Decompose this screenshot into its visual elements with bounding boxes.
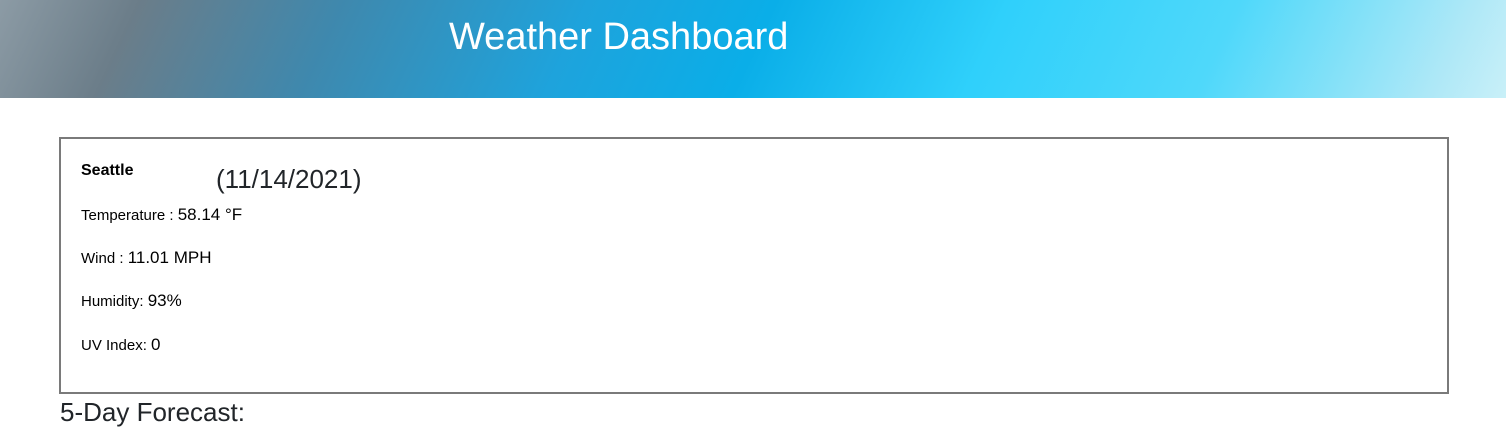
uv-index-label: UV Index:	[81, 337, 152, 354]
temperature-value: 58.14 °F	[177, 205, 243, 224]
wind-label: Wind :	[81, 250, 128, 267]
humidity-row: Humidity: 93%	[81, 290, 182, 313]
uv-index-row: UV Index: 0	[81, 334, 161, 357]
city-name: Seattle	[81, 162, 134, 179]
current-weather-card: Seattle (11/14/2021) Temperature : 58.14…	[59, 137, 1449, 394]
wind-row: Wind : 11.01 MPH	[81, 247, 211, 270]
humidity-value: 93%	[147, 291, 182, 310]
page-title: Weather Dashboard	[449, 16, 789, 58]
header-banner: Weather Dashboard	[0, 0, 1506, 98]
temperature-label: Temperature :	[81, 207, 178, 224]
humidity-label: Humidity:	[81, 293, 148, 310]
uv-index-value: 0	[151, 335, 161, 354]
current-date: (11/14/2021)	[216, 164, 362, 194]
wind-value: 11.01 MPH	[127, 248, 212, 267]
forecast-heading: 5-Day Forecast:	[60, 397, 245, 427]
temperature-row: Temperature : 58.14 °F	[81, 204, 242, 227]
